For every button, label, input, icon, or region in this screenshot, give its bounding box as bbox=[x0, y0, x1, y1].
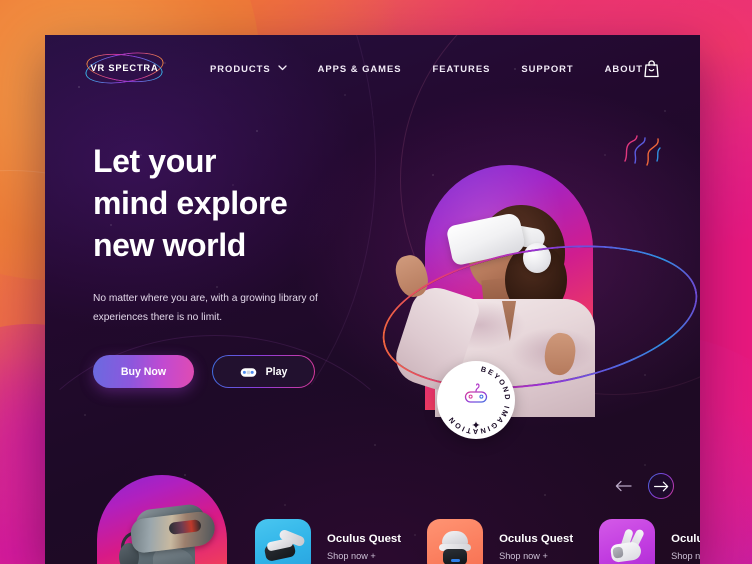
product-title: Oculus Quest bbox=[327, 533, 402, 545]
nav-item-label: APPS & GAMES bbox=[317, 62, 402, 74]
product-title: Oculus Quest bbox=[499, 533, 574, 545]
mannequin-vr-headset-illustration bbox=[113, 491, 217, 564]
headset-top-band bbox=[442, 531, 469, 545]
shopping-bag-icon bbox=[644, 59, 659, 77]
main-navbar: VR SPECTRA PRODUCTS APPS & GAMES FEATURE… bbox=[45, 35, 700, 101]
play-button[interactable]: Play bbox=[212, 355, 315, 388]
product-card-list: Oculus Quest Shop now + Oculus Quest Sho… bbox=[255, 519, 700, 564]
logo[interactable]: VR SPECTRA bbox=[83, 47, 166, 89]
badge-star-icon: ✦ bbox=[471, 420, 481, 432]
nav-item-label: FEATURES bbox=[432, 62, 491, 74]
vr-headset-icon bbox=[255, 519, 311, 564]
product-title: Oculus Quest bbox=[671, 533, 700, 545]
carousel-next-button[interactable] bbox=[648, 473, 674, 499]
play-button-label: Play bbox=[265, 365, 288, 378]
headset-led bbox=[451, 559, 461, 562]
cart-button[interactable] bbox=[643, 59, 660, 78]
nav-item-features[interactable]: FEATURES bbox=[433, 63, 491, 74]
nav-item-about[interactable]: ABOUT bbox=[605, 63, 643, 74]
heading-line-2: mind explore bbox=[93, 185, 288, 221]
buy-now-button[interactable]: Buy Now bbox=[93, 355, 194, 388]
badge-gamepad-icon bbox=[464, 383, 488, 403]
hero-cta-row: Buy Now Play bbox=[93, 355, 393, 388]
heading-line-1: Let your bbox=[93, 143, 217, 179]
gamepad-icon bbox=[240, 367, 256, 377]
product-thumbnail[interactable] bbox=[599, 519, 656, 564]
product-shop-link[interactable]: Shop now + bbox=[499, 551, 573, 561]
nav-item-label: PRODUCTS bbox=[210, 62, 271, 74]
nav-item-label: SUPPORT bbox=[521, 62, 574, 74]
product-card-text: Oculus Quest Shop now + bbox=[327, 533, 401, 561]
nav-item-support[interactable]: SUPPORT bbox=[521, 63, 573, 74]
nav-item-products[interactable]: PRODUCTS bbox=[210, 63, 287, 74]
product-card[interactable]: Oculus Quest Shop now + bbox=[599, 519, 700, 564]
product-card-text: Oculus Quest Shop now + bbox=[671, 533, 700, 561]
hero-subtitle: No matter where you are, with a growing … bbox=[93, 293, 318, 323]
heading-line-3: new world bbox=[93, 227, 246, 263]
nav-item-apps-games[interactable]: APPS & GAMES bbox=[318, 63, 402, 74]
nav-menu: PRODUCTS APPS & GAMES FEATURES SUPPORT A… bbox=[210, 63, 643, 74]
hero-copy: Let your mind explore new world No matte… bbox=[93, 140, 393, 388]
product-shop-link[interactable]: Shop now + bbox=[327, 551, 401, 561]
product-thumbnail[interactable] bbox=[255, 519, 311, 564]
bottom-hero-card bbox=[97, 447, 227, 564]
arrow-left-icon bbox=[615, 480, 632, 492]
carousel-prev-button[interactable] bbox=[612, 475, 634, 497]
product-shop-link[interactable]: Shop now + bbox=[671, 551, 700, 561]
vr-headset-icon bbox=[427, 519, 483, 564]
arrow-right-icon bbox=[653, 481, 668, 491]
logo-text: VR SPECTRA bbox=[90, 63, 159, 73]
vr-headset-icon bbox=[599, 519, 655, 564]
website-window: VR SPECTRA PRODUCTS APPS & GAMES FEATURE… bbox=[45, 35, 700, 564]
carousel-controls bbox=[612, 473, 674, 499]
product-thumbnail[interactable] bbox=[427, 519, 484, 564]
nav-item-label: ABOUT bbox=[604, 62, 643, 74]
play-beyond-imagination-badge[interactable]: PLAY BEYOND IMAGINATION ✦ bbox=[437, 361, 515, 439]
decorative-squiggle-icon bbox=[624, 135, 661, 166]
product-card[interactable]: Oculus Quest Shop now + bbox=[255, 519, 401, 564]
hero-image: PLAY BEYOND IMAGINATION ✦ bbox=[372, 123, 700, 439]
product-card[interactable]: Oculus Quest Shop now + bbox=[427, 519, 573, 564]
product-card-text: Oculus Quest Shop now + bbox=[499, 533, 573, 561]
chevron-down-icon bbox=[277, 65, 287, 71]
page-title: Let your mind explore new world bbox=[93, 140, 393, 266]
